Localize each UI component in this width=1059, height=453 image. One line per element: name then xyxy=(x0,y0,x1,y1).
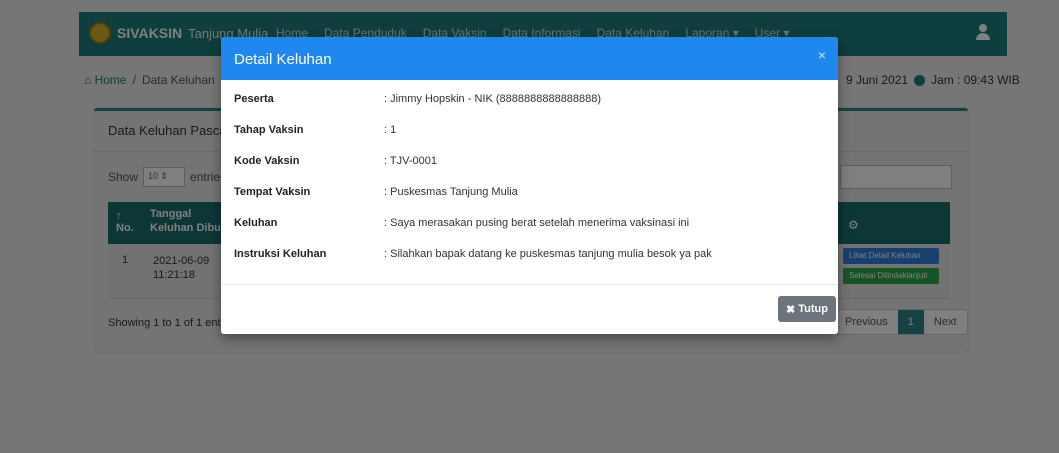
field-value: : 1 xyxy=(384,124,397,136)
close-icon[interactable]: × xyxy=(818,47,826,63)
field-value: : Saya merasakan pusing berat setelah me… xyxy=(384,217,690,229)
field-value: : Jimmy Hopskin - NIK (8888888888888888) xyxy=(384,93,602,105)
field-label: Instruksi Keluhan xyxy=(234,248,327,260)
field-keluhan: Keluhan : Saya merasakan pusing berat se… xyxy=(234,217,824,248)
close-button[interactable]: ✖ Tutup xyxy=(778,296,836,322)
field-label: Keluhan xyxy=(234,217,278,229)
modal-divider xyxy=(221,284,838,285)
modal-title: Detail Keluhan xyxy=(234,51,332,68)
complaint-detail-modal: Detail Keluhan × Peserta : Jimmy Hopskin… xyxy=(221,37,838,334)
field-instruksi-keluhan: Instruksi Keluhan : Silahkan bapak datan… xyxy=(234,248,824,279)
field-value: : Puskesmas Tanjung Mulia xyxy=(384,186,518,198)
field-tempat-vaksin: Tempat Vaksin : Puskesmas Tanjung Mulia xyxy=(234,186,824,217)
field-label: Peserta xyxy=(234,93,274,105)
modal-body: Peserta : Jimmy Hopskin - NIK (888888888… xyxy=(234,93,824,279)
modal-header: Detail Keluhan × xyxy=(221,37,838,80)
close-button-label: Tutup xyxy=(798,303,828,315)
field-peserta: Peserta : Jimmy Hopskin - NIK (888888888… xyxy=(234,93,824,124)
field-label: Tahap Vaksin xyxy=(234,124,304,136)
field-value: : TJV-0001 xyxy=(384,155,437,167)
field-label: Tempat Vaksin xyxy=(234,186,311,198)
field-label: Kode Vaksin xyxy=(234,155,300,167)
field-value: : Silahkan bapak datang ke puskesmas tan… xyxy=(384,248,712,260)
field-kode-vaksin: Kode Vaksin : TJV-0001 xyxy=(234,155,824,186)
field-tahap-vaksin: Tahap Vaksin : 1 xyxy=(234,124,824,155)
x-icon: ✖ xyxy=(786,303,796,316)
